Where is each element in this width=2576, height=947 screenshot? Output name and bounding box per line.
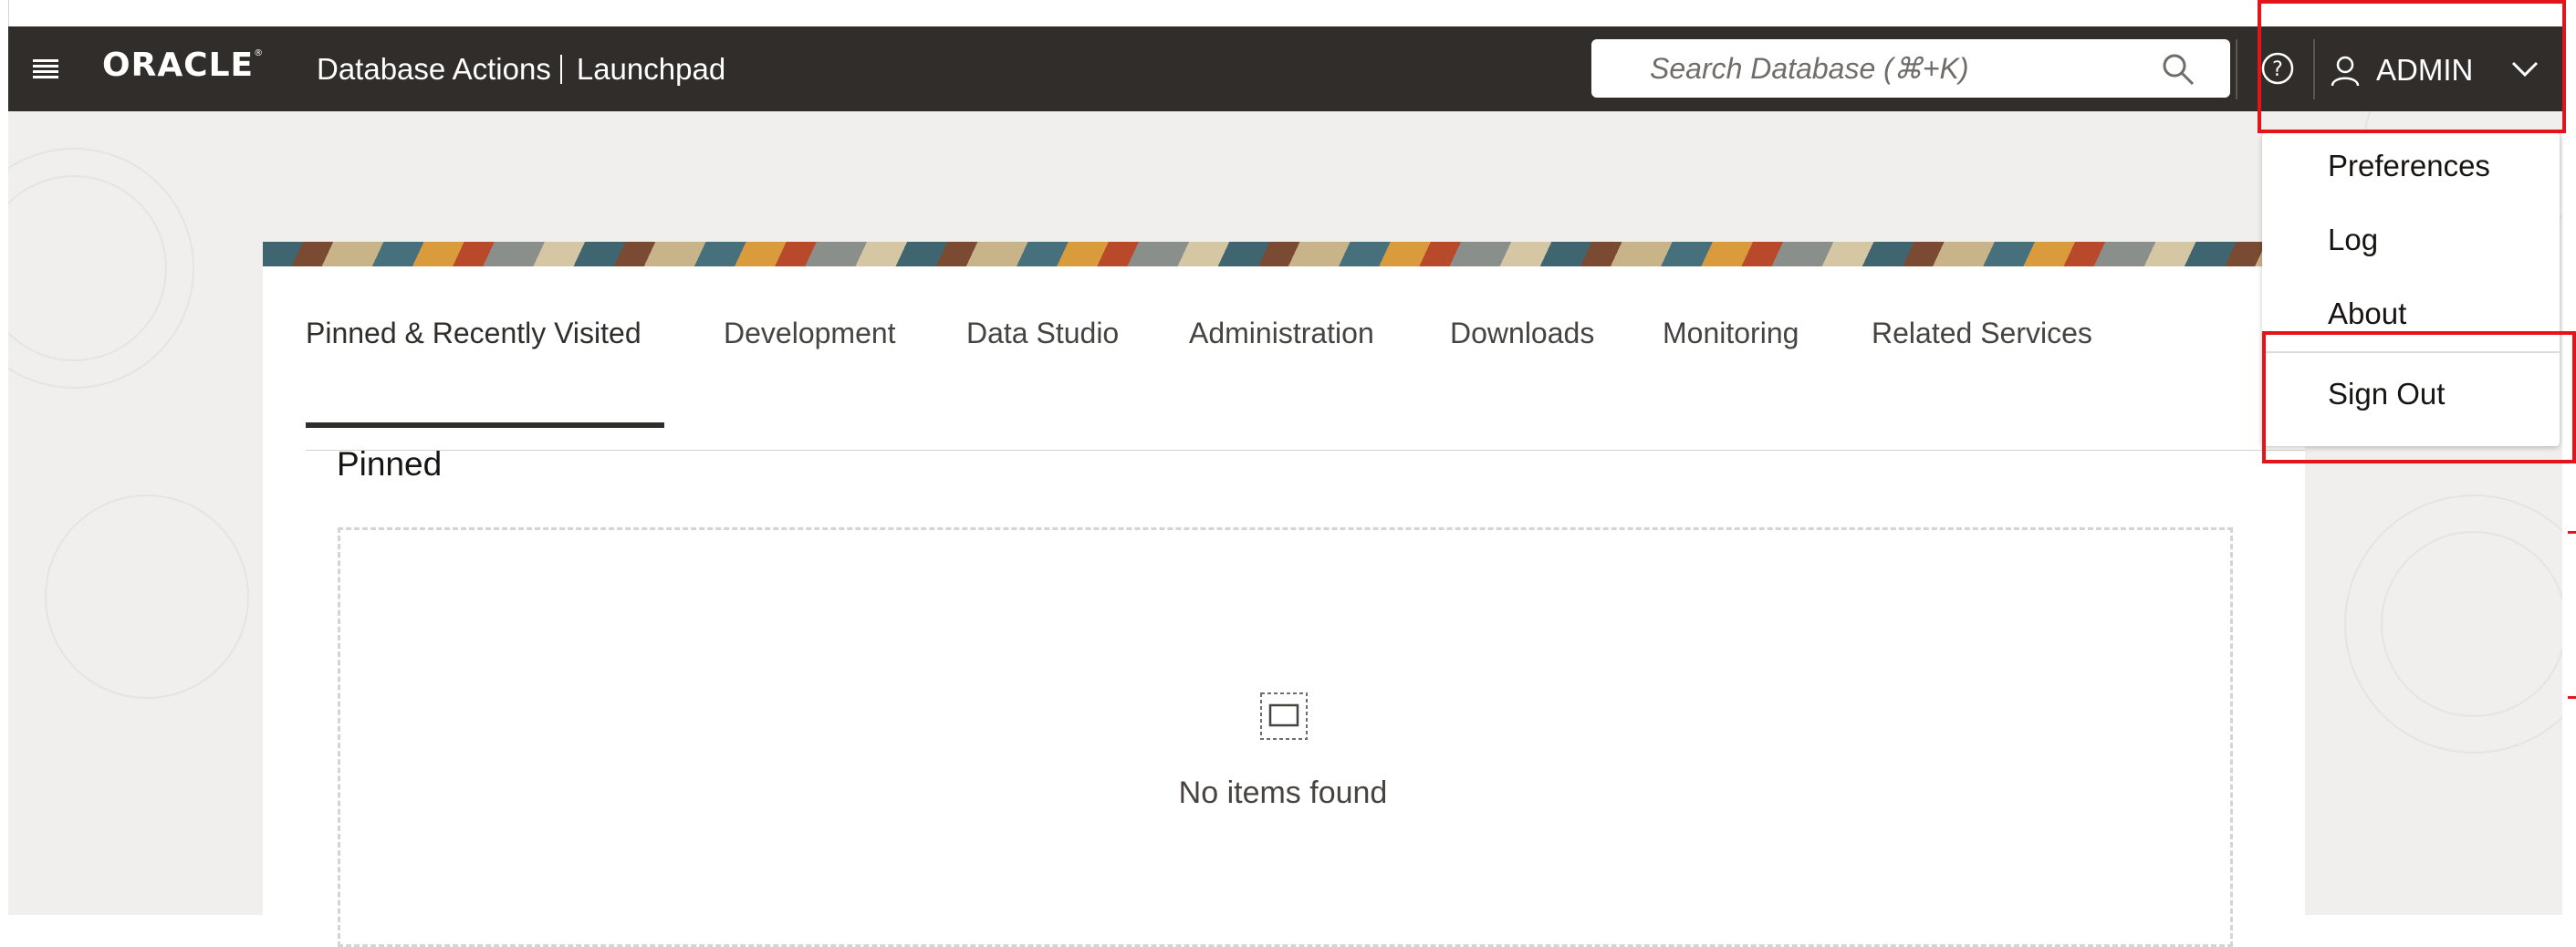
tab-downloads[interactable]: Downloads bbox=[1450, 310, 1594, 356]
page-name: Launchpad bbox=[576, 52, 726, 86]
search-input[interactable] bbox=[1591, 39, 2230, 98]
edge-marker bbox=[2568, 696, 2576, 699]
edge-marker bbox=[2568, 531, 2576, 534]
user-dropdown-menu: Preferences Log About Sign Out bbox=[2262, 133, 2560, 446]
user-menu-button[interactable]: ADMIN bbox=[2331, 39, 2550, 99]
menu-item-sign-out[interactable]: Sign Out bbox=[2328, 376, 2445, 412]
top-header: ORACLE® Database Actions Launchpad ? ADMI… bbox=[8, 26, 2562, 111]
chevron-down-icon bbox=[2511, 61, 2539, 78]
menu-divider bbox=[2262, 351, 2560, 353]
help-icon[interactable]: ? bbox=[2261, 52, 2294, 85]
app-title: Database Actions Launchpad bbox=[317, 51, 725, 88]
tab-development[interactable]: Development bbox=[724, 310, 896, 356]
decorative-banner bbox=[263, 242, 2305, 266]
header-divider bbox=[2313, 39, 2315, 99]
menu-item-preferences[interactable]: Preferences bbox=[2328, 148, 2490, 184]
search-icon[interactable] bbox=[2161, 52, 2195, 87]
pinned-section-title: Pinned bbox=[337, 445, 443, 483]
active-tab-indicator bbox=[306, 422, 664, 428]
tab-data-studio[interactable]: Data Studio bbox=[966, 310, 1119, 356]
launchpad-card: Pinned & Recently Visited Development Da… bbox=[263, 242, 2305, 947]
empty-state-icon bbox=[1260, 692, 1308, 740]
svg-text:?: ? bbox=[2272, 58, 2283, 81]
launchpad-tabs: Pinned & Recently Visited Development Da… bbox=[306, 310, 2305, 451]
tab-pinned-recently-visited[interactable]: Pinned & Recently Visited bbox=[306, 310, 641, 356]
hamburger-icon[interactable] bbox=[33, 54, 58, 85]
menu-item-about[interactable]: About bbox=[2328, 296, 2406, 332]
menu-item-log[interactable]: Log bbox=[2328, 222, 2378, 258]
empty-state-message: No items found bbox=[1178, 775, 1388, 810]
oracle-logo: ORACLE® bbox=[102, 47, 265, 84]
search-box bbox=[1591, 39, 2230, 98]
header-divider bbox=[2236, 39, 2237, 99]
tab-administration[interactable]: Administration bbox=[1189, 310, 1374, 356]
app-name: Database Actions bbox=[317, 52, 551, 86]
user-name: ADMIN bbox=[2376, 53, 2474, 87]
tab-monitoring[interactable]: Monitoring bbox=[1663, 310, 1799, 356]
tab-related-services[interactable]: Related Services bbox=[1872, 310, 2092, 356]
user-icon bbox=[2331, 56, 2360, 87]
